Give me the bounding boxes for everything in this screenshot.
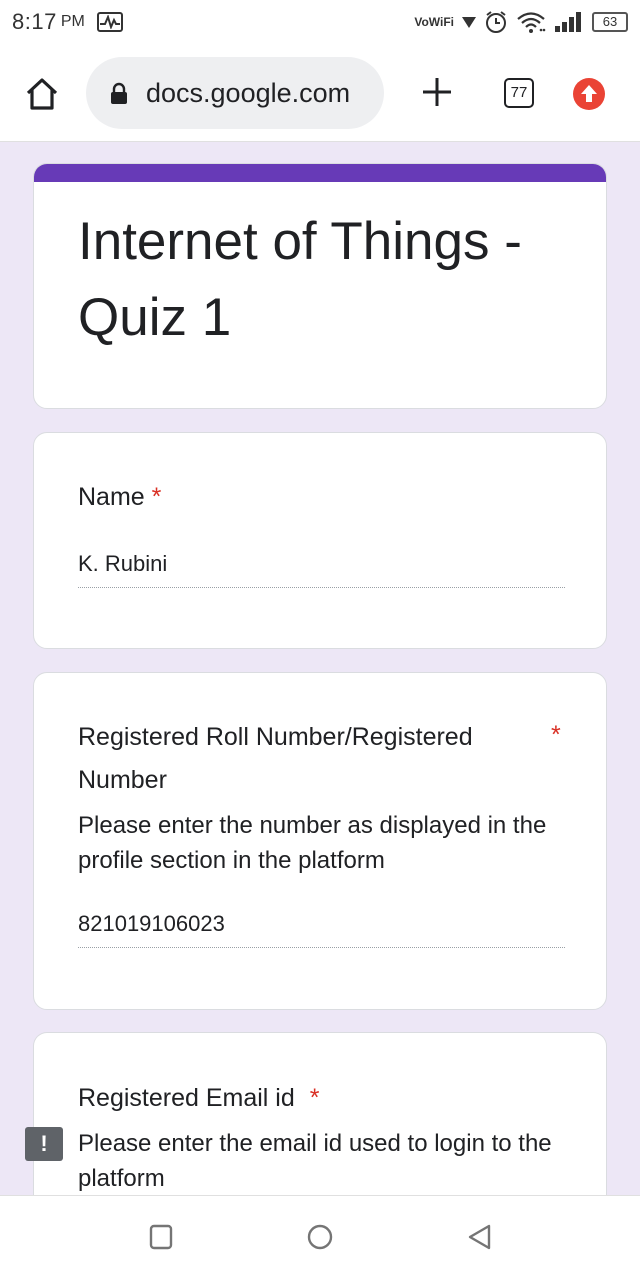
question-description: Please enter the email id used to login … (78, 1130, 552, 1192)
status-time: 8:17 (12, 9, 57, 34)
browser-toolbar: docs.google.com 77 (0, 44, 640, 142)
plus-icon[interactable] (420, 75, 454, 109)
question-card-name: Name * K. Rubini (33, 432, 607, 649)
required-asterisk: * (551, 721, 561, 749)
question-description: Please enter the number as displayed in … (78, 812, 547, 874)
question-card-roll-number: Registered Roll Number/Registered Number… (33, 672, 607, 1010)
question-label: Registered Email id * (78, 1077, 319, 1120)
warning-symbol: ! (40, 1131, 48, 1156)
vowifi-icon (462, 17, 476, 28)
url-text: docs.google.com (146, 77, 351, 108)
status-indicators: VoWiFi 63 (414, 10, 628, 34)
question-label-text: Registered Email id (78, 1084, 295, 1112)
back-icon[interactable] (467, 1224, 493, 1250)
question-label-text: Name (78, 483, 145, 511)
warning-icon[interactable]: ! (25, 1127, 63, 1161)
tab-switcher-icon[interactable]: 77 (504, 78, 534, 108)
alarm-icon (486, 11, 506, 33)
question-label: Name * (78, 476, 161, 519)
signal-icon (555, 12, 581, 32)
battery-icon: 63 (592, 12, 628, 32)
system-nav-bar (0, 1195, 640, 1280)
home-icon[interactable] (24, 77, 60, 111)
status-bar: 8:17 PM VoWiFi 63 (0, 0, 640, 44)
vowifi-label: VoWiFi (414, 15, 454, 29)
activity-icon (96, 12, 123, 32)
battery-level: 63 (602, 14, 618, 29)
form-header-card: Internet of Things - Quiz 1 (33, 163, 607, 409)
tab-count: 77 (510, 84, 528, 101)
home-circle-icon[interactable] (307, 1224, 333, 1250)
form-title: Internet of Things - Quiz 1 (78, 212, 522, 347)
required-asterisk: * (309, 1084, 320, 1112)
name-input[interactable]: K. Rubini (78, 551, 565, 588)
form-accent-bar (34, 164, 606, 182)
wifi-icon (517, 12, 546, 33)
status-ampm: PM (60, 13, 85, 30)
update-icon[interactable] (573, 78, 605, 110)
lock-icon (111, 82, 127, 104)
address-bar[interactable]: docs.google.com (86, 57, 384, 129)
recents-icon[interactable] (149, 1224, 173, 1250)
required-asterisk: * (151, 483, 162, 511)
roll-number-input[interactable]: 821019106023 (78, 911, 565, 948)
question-label-text: Registered Roll Number/Registered Number (78, 723, 473, 794)
